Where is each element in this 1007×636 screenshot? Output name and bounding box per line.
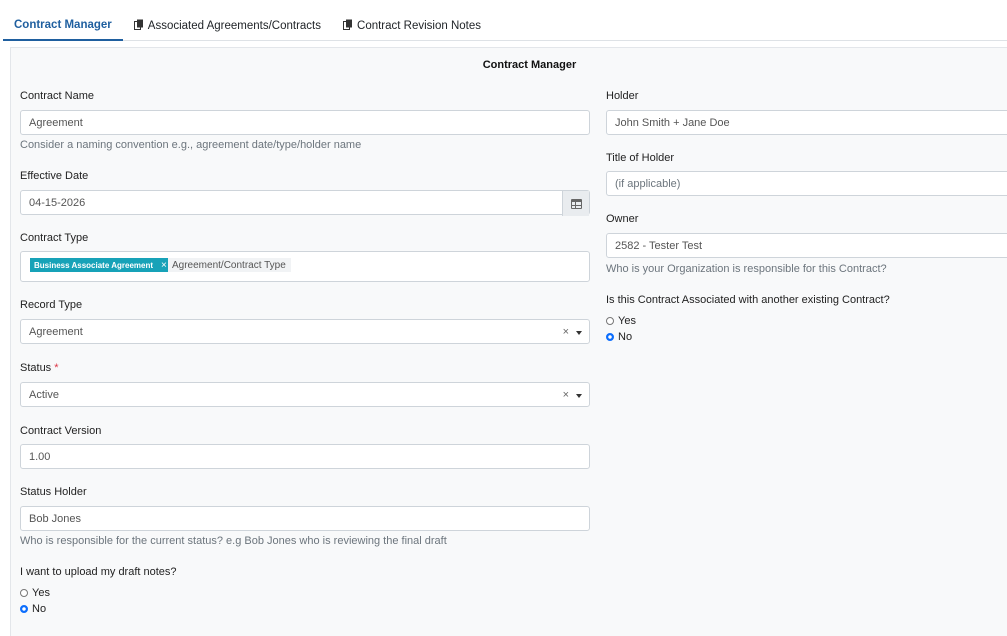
radio-label: Yes xyxy=(618,315,636,327)
upload-notes-label: I want to upload my draft notes? xyxy=(20,566,177,578)
tag-label: Business Associate Agreement xyxy=(34,260,154,270)
associated-yes-radio[interactable]: Yes xyxy=(606,315,636,327)
tab-contract-revision-notes[interactable]: Contract Revision Notes xyxy=(332,10,492,41)
title-of-holder-input[interactable]: (if applicable) xyxy=(606,171,1007,196)
calendar-button[interactable] xyxy=(562,191,589,216)
contract-type-search[interactable]: Agreement/Contract Type xyxy=(168,258,291,272)
status-label-text: Status xyxy=(20,362,52,374)
status-holder-help: Who is responsible for the current statu… xyxy=(20,535,447,547)
tab-associated-agreements[interactable]: Associated Agreements/Contracts xyxy=(123,10,332,41)
contract-type-tag: Business Associate Agreement × xyxy=(30,258,171,272)
radio-label: Yes xyxy=(32,587,50,599)
holder-input[interactable]: John Smith + Jane Doe xyxy=(606,110,1007,135)
associated-label: Is this Contract Associated with another… xyxy=(606,294,890,306)
contract-name-value: Agreement xyxy=(29,116,83,129)
chevron-down-icon xyxy=(576,331,582,335)
chevron-down-icon xyxy=(576,394,582,398)
status-holder-label: Status Holder xyxy=(20,486,87,498)
card-title: Contract Manager xyxy=(482,59,577,71)
radio-label: No xyxy=(32,603,47,615)
calendar-icon xyxy=(570,198,582,209)
owner-help: Who is your Organization is responsible … xyxy=(606,263,887,275)
record-type-value: Agreement xyxy=(29,325,83,338)
documents-icon xyxy=(343,19,353,33)
tab-label: Contract Revision Notes xyxy=(357,19,482,32)
status-holder-value: Bob Jones xyxy=(29,512,81,525)
effective-date-input[interactable]: 04-15-2026 xyxy=(20,190,590,216)
tab-contract-manager[interactable]: Contract Manager xyxy=(3,10,123,41)
status-select[interactable]: Active × xyxy=(20,382,590,407)
radio-circle xyxy=(20,589,28,597)
contract-version-value: 1.00 xyxy=(29,450,51,463)
contract-type-multiselect[interactable]: Business Associate Agreement × Agreement… xyxy=(20,251,590,282)
status-holder-input[interactable]: Bob Jones xyxy=(20,506,590,531)
tab-label: Contract Manager xyxy=(14,18,112,31)
title-of-holder-label: Title of Holder xyxy=(606,152,675,164)
owner-value: 2582 - Tester Test xyxy=(615,239,703,252)
title-of-holder-placeholder: (if applicable) xyxy=(615,177,681,190)
upload-notes-no-radio[interactable]: No xyxy=(20,603,46,615)
radio-label: No xyxy=(618,331,633,343)
radio-circle-selected xyxy=(606,333,614,341)
record-type-label: Record Type xyxy=(20,299,83,311)
contract-form-card: Contract Manager Contract Name Agreement… xyxy=(10,47,1007,636)
contract-version-label: Contract Version xyxy=(20,425,102,437)
record-type-select[interactable]: Agreement × xyxy=(20,319,590,344)
status-value: Active xyxy=(29,388,59,401)
contract-name-label: Contract Name xyxy=(20,90,94,102)
contract-name-help: Consider a naming convention e.g., agree… xyxy=(20,139,362,151)
documents-icon xyxy=(133,19,144,33)
effective-date-label: Effective Date xyxy=(20,170,89,182)
required-mark: * xyxy=(54,362,59,374)
upload-notes-yes-radio[interactable]: Yes xyxy=(20,587,50,599)
tag-remove-icon[interactable]: × xyxy=(161,260,167,271)
clear-icon[interactable]: × xyxy=(563,326,569,338)
holder-value: John Smith + Jane Doe xyxy=(615,116,730,129)
contract-name-input[interactable]: Agreement xyxy=(20,110,590,135)
status-label: Status * xyxy=(20,362,59,374)
effective-date-value: 04-15-2026 xyxy=(29,196,86,209)
contract-type-label: Contract Type xyxy=(20,232,89,244)
tab-label: Associated Agreements/Contracts xyxy=(147,19,322,32)
radio-circle-selected xyxy=(20,605,28,613)
owner-label: Owner xyxy=(606,213,639,225)
owner-input[interactable]: 2582 - Tester Test xyxy=(606,233,1007,258)
holder-label: Holder xyxy=(606,90,639,102)
radio-circle xyxy=(606,317,614,325)
associated-no-radio[interactable]: No xyxy=(606,331,632,343)
contract-version-input[interactable]: 1.00 xyxy=(20,444,590,469)
tab-bar: Contract Manager Associated Agreements/C… xyxy=(3,10,1007,41)
clear-icon[interactable]: × xyxy=(563,389,569,401)
